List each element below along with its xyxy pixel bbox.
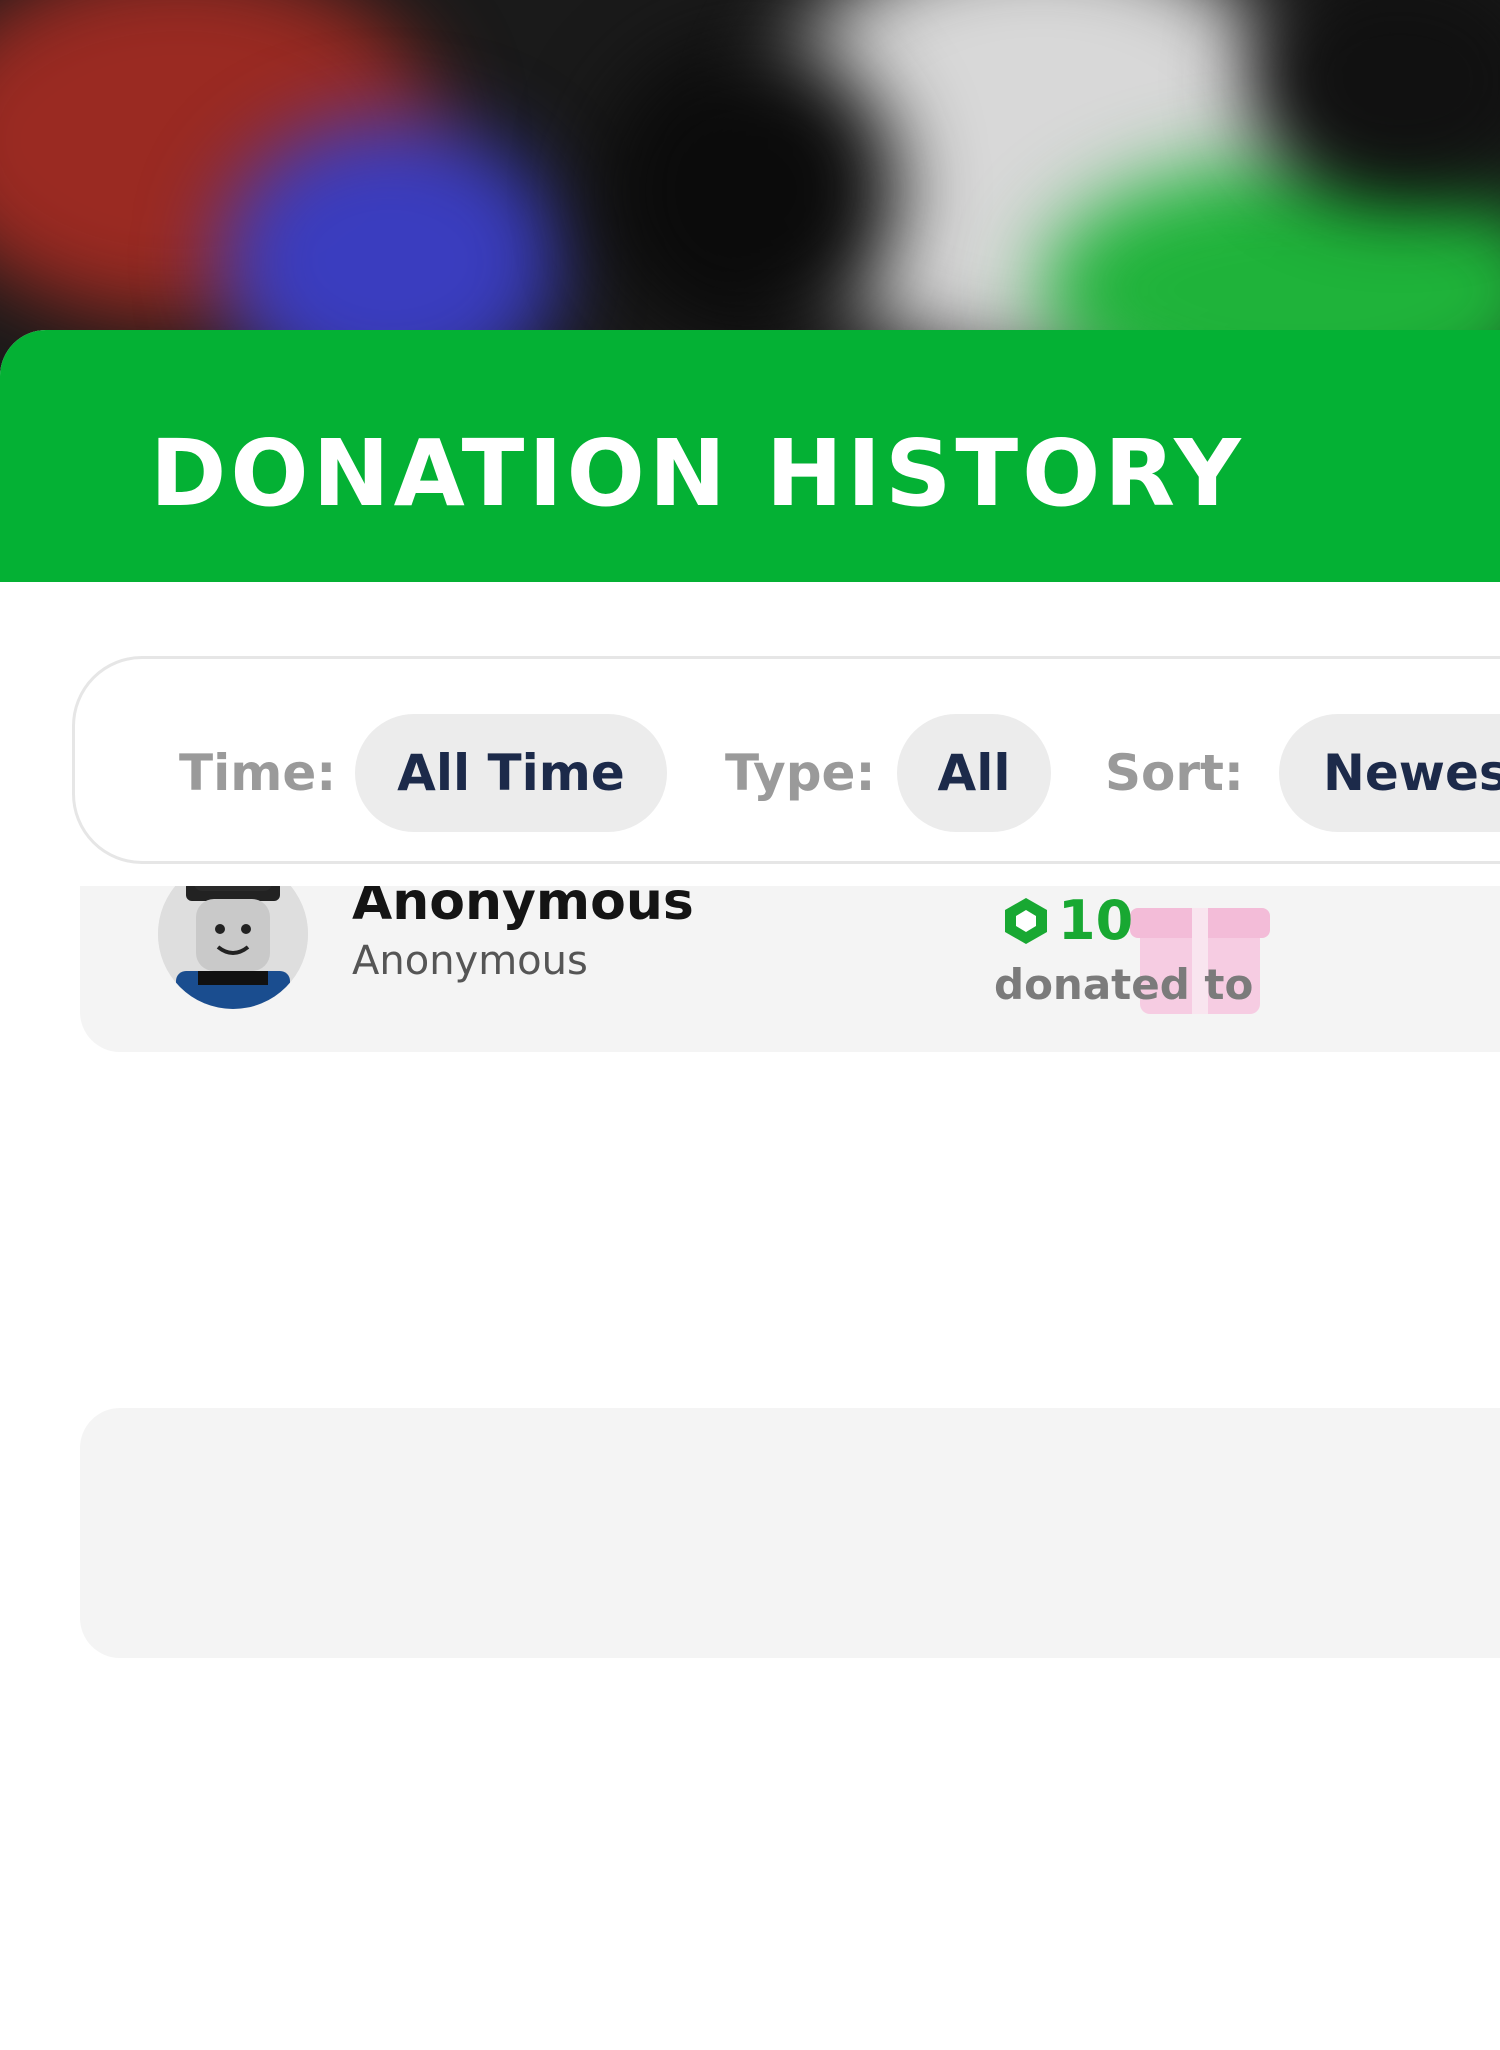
donation-list[interactable]: Anonymous Anonymous 10 donated to [0,886,1500,2050]
donor-handle: Anonymous [352,938,588,984]
donation-row[interactable]: Anonymous Anonymous 10 donated to [80,886,1500,1052]
avatar [158,886,308,1009]
panel-title: DONATION HISTORY [150,420,1245,527]
type-filter-dropdown[interactable]: All [897,714,1051,832]
filter-bar: Time: All Time Type: All Sort: Newest [72,656,1500,864]
robux-icon [1005,898,1047,944]
time-filter-dropdown[interactable]: All Time [355,714,667,832]
sort-filter-dropdown[interactable]: Newest [1279,714,1500,832]
sort-filter-label: Sort: [1105,744,1244,802]
donation-amount: 10 [1000,886,1133,956]
donation-row[interactable] [80,1408,1500,1658]
amount-value: 10 [1058,889,1134,952]
donor-name: Anonymous [352,886,694,932]
panel-header: DONATION HISTORY [0,330,1500,582]
donation-history-panel: DONATION HISTORY Time: All Time Type: Al… [0,330,1500,2050]
donated-to-label: donated to [994,960,1254,1009]
time-filter-label: Time: [179,744,337,802]
type-filter-label: Type: [725,744,876,802]
